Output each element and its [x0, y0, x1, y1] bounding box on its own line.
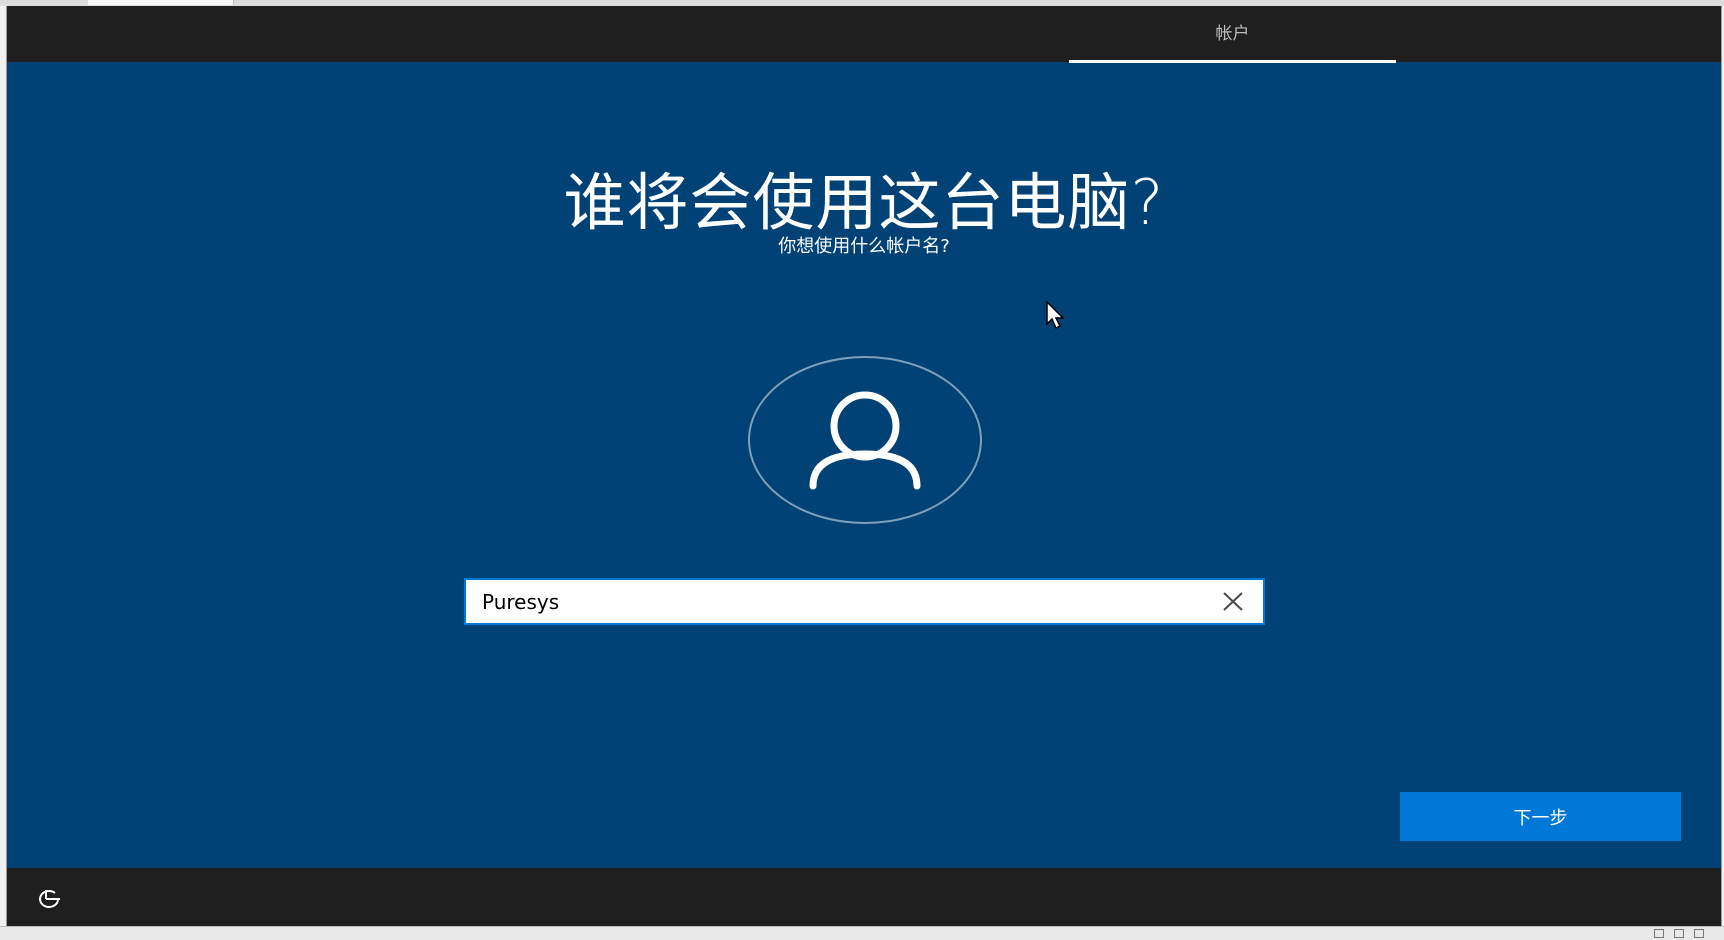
next-button[interactable]: 下一步 [1400, 792, 1681, 841]
user-icon [809, 391, 921, 490]
host-status-icon[interactable] [1654, 929, 1664, 938]
host-status-bar [0, 926, 1724, 940]
host-status-icons [1654, 929, 1704, 939]
setup-screen: 帐户 谁将会使用这台电脑? 你想使用什么帐户名? 下一步 [6, 6, 1722, 926]
username-input[interactable] [482, 580, 1182, 623]
host-status-icon[interactable] [1694, 929, 1704, 938]
host-window-tab[interactable] [88, 0, 234, 5]
page-subtitle: 你想使用什么帐户名? [778, 236, 950, 257]
host-status-icon[interactable] [1674, 929, 1684, 938]
bottom-bar [7, 868, 1721, 926]
ease-of-access-button[interactable] [33, 884, 63, 912]
active-tab-indicator [1069, 60, 1396, 63]
top-navigation-bar: 帐户 [7, 6, 1721, 63]
tab-account[interactable]: 帐户 [1069, 6, 1396, 62]
close-icon [1223, 592, 1243, 611]
mouse-pointer-icon [1045, 300, 1067, 330]
clear-input-button[interactable] [1217, 586, 1249, 617]
ease-of-access-icon [39, 890, 60, 908]
avatar [748, 356, 982, 524]
page-title: 谁将会使用这台电脑? [563, 166, 1165, 239]
username-field[interactable] [464, 578, 1265, 625]
